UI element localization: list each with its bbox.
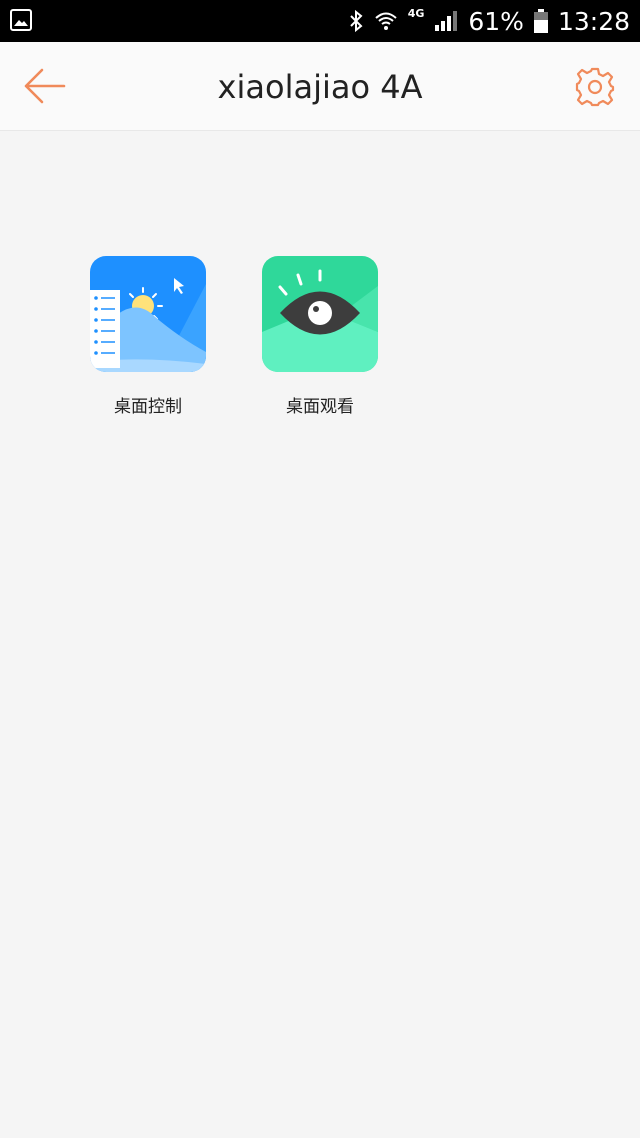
signal-icon xyxy=(435,11,458,31)
wifi-icon xyxy=(375,12,397,30)
status-icons: 4G 61% 13:28 xyxy=(348,0,630,42)
app-label: 桌面观看 xyxy=(286,397,354,417)
app-desktop-view[interactable]: 桌面观看 xyxy=(245,256,395,417)
app-bar: xiaolajiao 4A xyxy=(0,42,640,131)
gear-icon xyxy=(575,67,615,107)
app-desktop-control[interactable]: 桌面控制 xyxy=(73,256,223,417)
bluetooth-icon xyxy=(349,9,363,33)
app-label: 桌面控制 xyxy=(114,397,182,417)
desktop-control-icon xyxy=(90,256,206,372)
battery-icon xyxy=(533,9,548,33)
page-title: xiaolajiao 4A xyxy=(217,68,423,106)
settings-button[interactable] xyxy=(574,66,616,108)
gallery-icon xyxy=(10,9,32,31)
status-bar: 4G 61% 13:28 xyxy=(0,0,640,42)
battery-percent: 61% xyxy=(468,6,524,36)
eye-icon xyxy=(262,256,378,372)
back-arrow-icon xyxy=(24,68,66,104)
back-button[interactable] xyxy=(22,66,68,106)
network-type: 4G xyxy=(407,6,425,20)
clock: 13:28 xyxy=(557,6,630,36)
